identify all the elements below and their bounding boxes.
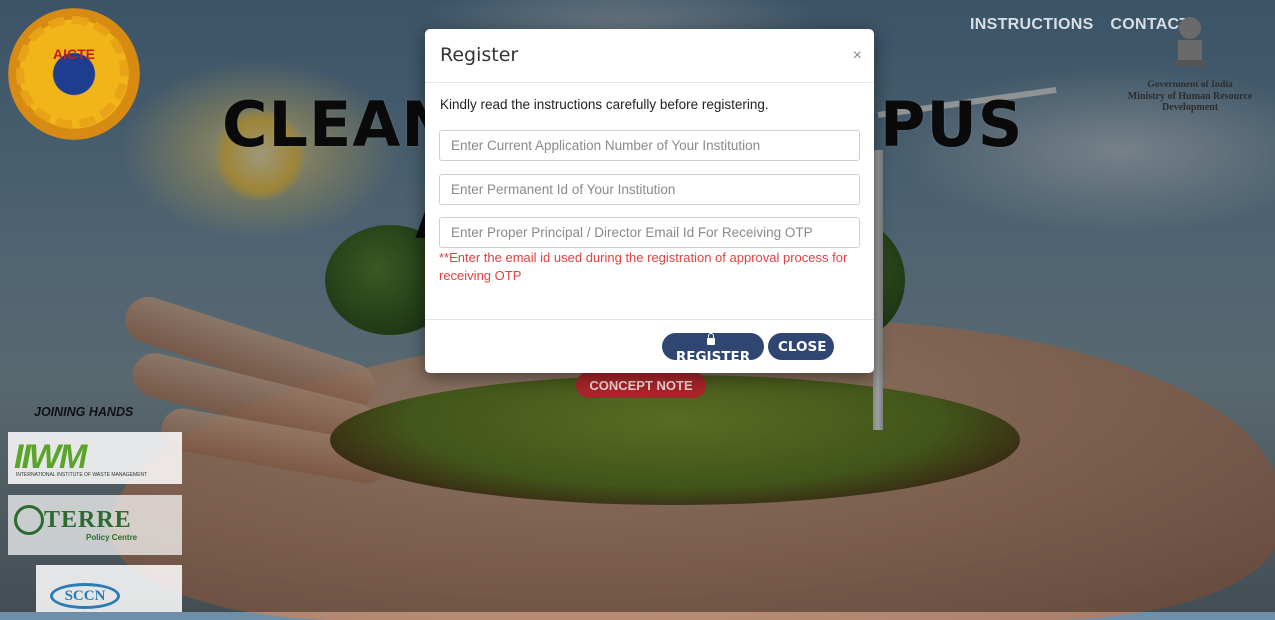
application-number-input[interactable]: [439, 130, 860, 161]
modal-footer: REGISTER CLOSE: [425, 319, 874, 373]
govt-line-2: Ministry of Human Resource: [1127, 91, 1253, 102]
terre-subtitle: Policy Centre: [86, 533, 138, 542]
partner-logo-iiwm[interactable]: IIWM INTERNATIONAL INSTITUTE OF WASTE MA…: [8, 432, 182, 484]
terre-globe-icon: [14, 505, 44, 535]
sccn-logo-text: SCCN: [50, 583, 120, 609]
top-nav: INSTRUCTIONS CONTACT: [958, 16, 1189, 34]
aicte-logo-text: AICTE: [53, 46, 95, 62]
register-button-label: REGISTER: [675, 349, 751, 365]
modal-instructions: Kindly read the instructions carefully b…: [440, 97, 769, 112]
modal-header: Register ×: [425, 29, 874, 83]
govt-line-3: Development: [1161, 102, 1219, 113]
iiwm-subtitle: INTERNATIONAL INSTITUTE OF WASTE MANAGEM…: [16, 472, 148, 478]
govt-line-1: Government of India: [1147, 80, 1233, 90]
nav-instructions-link[interactable]: INSTRUCTIONS: [970, 16, 1094, 33]
partner-logo-terre[interactable]: TERRE Policy Centre: [8, 495, 182, 555]
register-button[interactable]: REGISTER: [662, 333, 764, 365]
lock-icon: [706, 333, 715, 345]
permanent-id-input[interactable]: [439, 174, 860, 205]
gear-ring-icon: [16, 16, 128, 128]
close-icon[interactable]: ×: [853, 47, 862, 65]
close-button[interactable]: CLOSE: [768, 333, 834, 360]
aicte-logo[interactable]: AICTE: [8, 8, 140, 140]
partner-logo-sccn[interactable]: SCCN: [36, 565, 182, 612]
terre-logo-text: TERRE: [44, 507, 132, 533]
email-hint: **Enter the email id used during the reg…: [439, 250, 848, 283]
joining-hands-label: JOINING HANDS: [34, 405, 134, 419]
modal-title: Register: [440, 44, 519, 66]
govt-caption: Government of India Ministry of Human Re…: [1105, 80, 1275, 113]
national-emblem-icon: [1170, 10, 1210, 68]
register-modal: Register × Kindly read the instructions …: [425, 29, 874, 373]
concept-note-button[interactable]: CONCEPT NOTE: [576, 372, 706, 398]
principal-email-input[interactable]: [439, 217, 860, 248]
